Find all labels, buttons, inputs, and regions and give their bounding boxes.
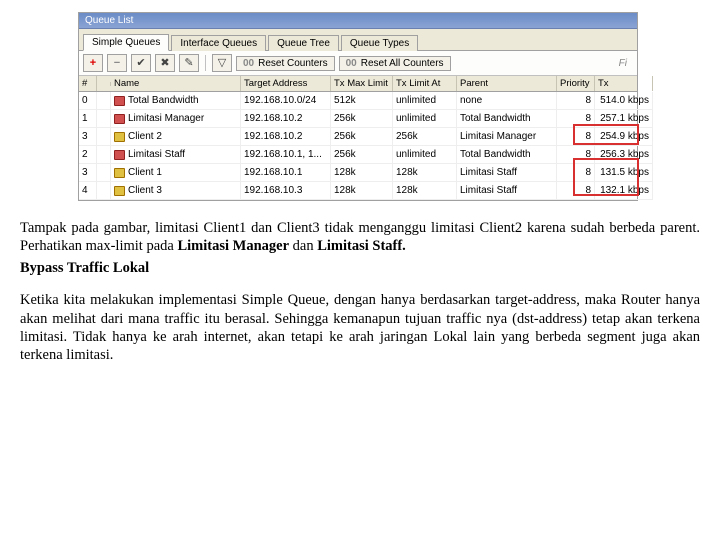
reset-counters-button[interactable]: 00Reset Counters — [236, 56, 335, 71]
remove-icon[interactable]: − — [107, 54, 127, 72]
add-icon[interactable]: + — [83, 54, 103, 72]
queue-icon — [114, 186, 125, 196]
col-txlim[interactable]: Tx Limit At — [393, 76, 457, 91]
window-title: Queue List — [79, 13, 637, 29]
col-name[interactable]: Name — [111, 76, 241, 91]
tab-queue-types[interactable]: Queue Types — [341, 35, 418, 51]
col-num[interactable]: # — [79, 76, 97, 91]
queue-table: # Name Target Address Tx Max Limit Tx Li… — [79, 76, 637, 200]
heading-bypass: Bypass Traffic Lokal — [20, 259, 700, 277]
table-row[interactable]: 1Limitasi Manager192.168.10.2256kunlimit… — [79, 110, 637, 128]
body-text: Tampak pada gambar, limitasi Client1 dan… — [20, 219, 700, 364]
tab-queue-tree[interactable]: Queue Tree — [268, 35, 339, 51]
col-flag[interactable] — [97, 82, 111, 86]
queue-icon — [114, 150, 125, 160]
table-row[interactable]: 0Total Bandwidth192.168.10.0/24512kunlim… — [79, 92, 637, 110]
table-row[interactable]: 3Client 2192.168.10.2256k256kLimitasi Ma… — [79, 128, 637, 146]
table-row[interactable]: 3Client 1192.168.10.1128k128kLimitasi St… — [79, 164, 637, 182]
col-target[interactable]: Target Address — [241, 76, 331, 91]
col-priority[interactable]: Priority — [557, 76, 595, 91]
enable-icon[interactable]: ✔ — [131, 54, 151, 72]
disable-icon[interactable]: ✖ — [155, 54, 175, 72]
col-parent[interactable]: Parent — [457, 76, 557, 91]
separator — [205, 55, 206, 71]
table-row[interactable]: 2Limitasi Staff192.168.10.1, 1...256kunl… — [79, 146, 637, 164]
comment-icon[interactable]: ✎ — [179, 54, 199, 72]
col-txmax[interactable]: Tx Max Limit — [331, 76, 393, 91]
toolbar: + − ✔ ✖ ✎ ▽ 00Reset Counters 00Reset All… — [79, 51, 637, 76]
queue-icon — [114, 114, 125, 124]
paragraph-2: Ketika kita melakukan implementasi Simpl… — [20, 291, 700, 364]
queue-list-window: Queue List Simple Queues Interface Queue… — [78, 12, 638, 201]
find-input[interactable]: Fi — [619, 58, 633, 69]
table-header: # Name Target Address Tx Max Limit Tx Li… — [79, 76, 637, 92]
paragraph-1: Tampak pada gambar, limitasi Client1 dan… — [20, 219, 700, 255]
tab-interface-queues[interactable]: Interface Queues — [171, 35, 266, 51]
queue-icon — [114, 168, 125, 178]
tab-bar: Simple Queues Interface Queues Queue Tre… — [79, 29, 637, 51]
filter-icon[interactable]: ▽ — [212, 54, 232, 72]
table-row[interactable]: 4Client 3192.168.10.3128k128kLimitasi St… — [79, 182, 637, 200]
queue-icon — [114, 96, 125, 106]
queue-icon — [114, 132, 125, 142]
reset-all-counters-button[interactable]: 00Reset All Counters — [339, 56, 451, 71]
col-tx[interactable]: Tx — [595, 76, 653, 91]
tab-simple-queues[interactable]: Simple Queues — [83, 34, 169, 51]
